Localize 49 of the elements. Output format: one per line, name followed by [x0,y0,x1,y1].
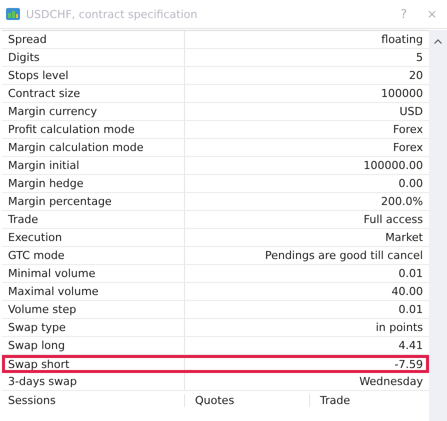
property-value: 40.00 [392,285,423,298]
property-value: floating [381,33,423,46]
app-icon [6,8,20,20]
column-header: Quotes [185,394,310,406]
property-name: Margin percentage [8,195,112,208]
window-title: USDCHF, contract specification [26,8,198,20]
property-value: Forex [392,141,423,154]
property-name: Trade [8,213,38,226]
property-value: Full access [364,213,423,226]
property-name: Margin calculation mode [8,141,144,154]
property-name: Spread [8,33,47,46]
property-value: Forex [392,123,423,136]
property-value: Pendings are good till cancel [264,249,423,262]
property-name: Swap long [8,339,65,352]
property-name: Contract size [8,87,80,100]
property-value: -7.59 [394,358,423,370]
property-name: Execution [8,231,62,244]
property-value: 4.41 [398,339,423,352]
property-name: Margin hedge [8,177,84,190]
property-value: 5 [416,51,423,64]
property-value: 100000 [381,87,423,100]
property-value: Market [385,231,423,244]
property-name: Swap type [8,321,66,334]
property-name: Minimal volume [8,267,96,280]
close-button[interactable]: × [420,7,443,21]
scrollbar[interactable] [429,30,447,421]
scroll-up-icon[interactable] [434,39,442,44]
property-value: Wednesday [359,375,423,388]
column-header: Trade [319,394,350,406]
column-header: Sessions [2,394,185,406]
property-name: GTC mode [8,249,65,262]
property-name: Volume step [8,303,76,316]
property-name: Digits [8,51,40,64]
property-value: 100000.00 [364,159,423,172]
property-value: 0.01 [398,267,423,280]
property-value: USD [399,105,423,118]
property-value: 0.00 [398,177,423,190]
help-button[interactable]: ? [394,7,413,21]
property-name: Margin initial [8,159,80,172]
property-name: Swap short [8,358,70,370]
property-value: in points [376,321,423,334]
property-value: 20 [409,69,423,82]
property-name: 3-days swap [8,375,77,388]
property-value: 0.01 [398,303,423,316]
property-value: 200.0% [381,195,423,208]
property-name: Margin currency [8,105,97,118]
property-name: Profit calculation mode [8,123,135,136]
property-name: Stops level [8,69,68,82]
property-name: Maximal volume [8,285,99,298]
